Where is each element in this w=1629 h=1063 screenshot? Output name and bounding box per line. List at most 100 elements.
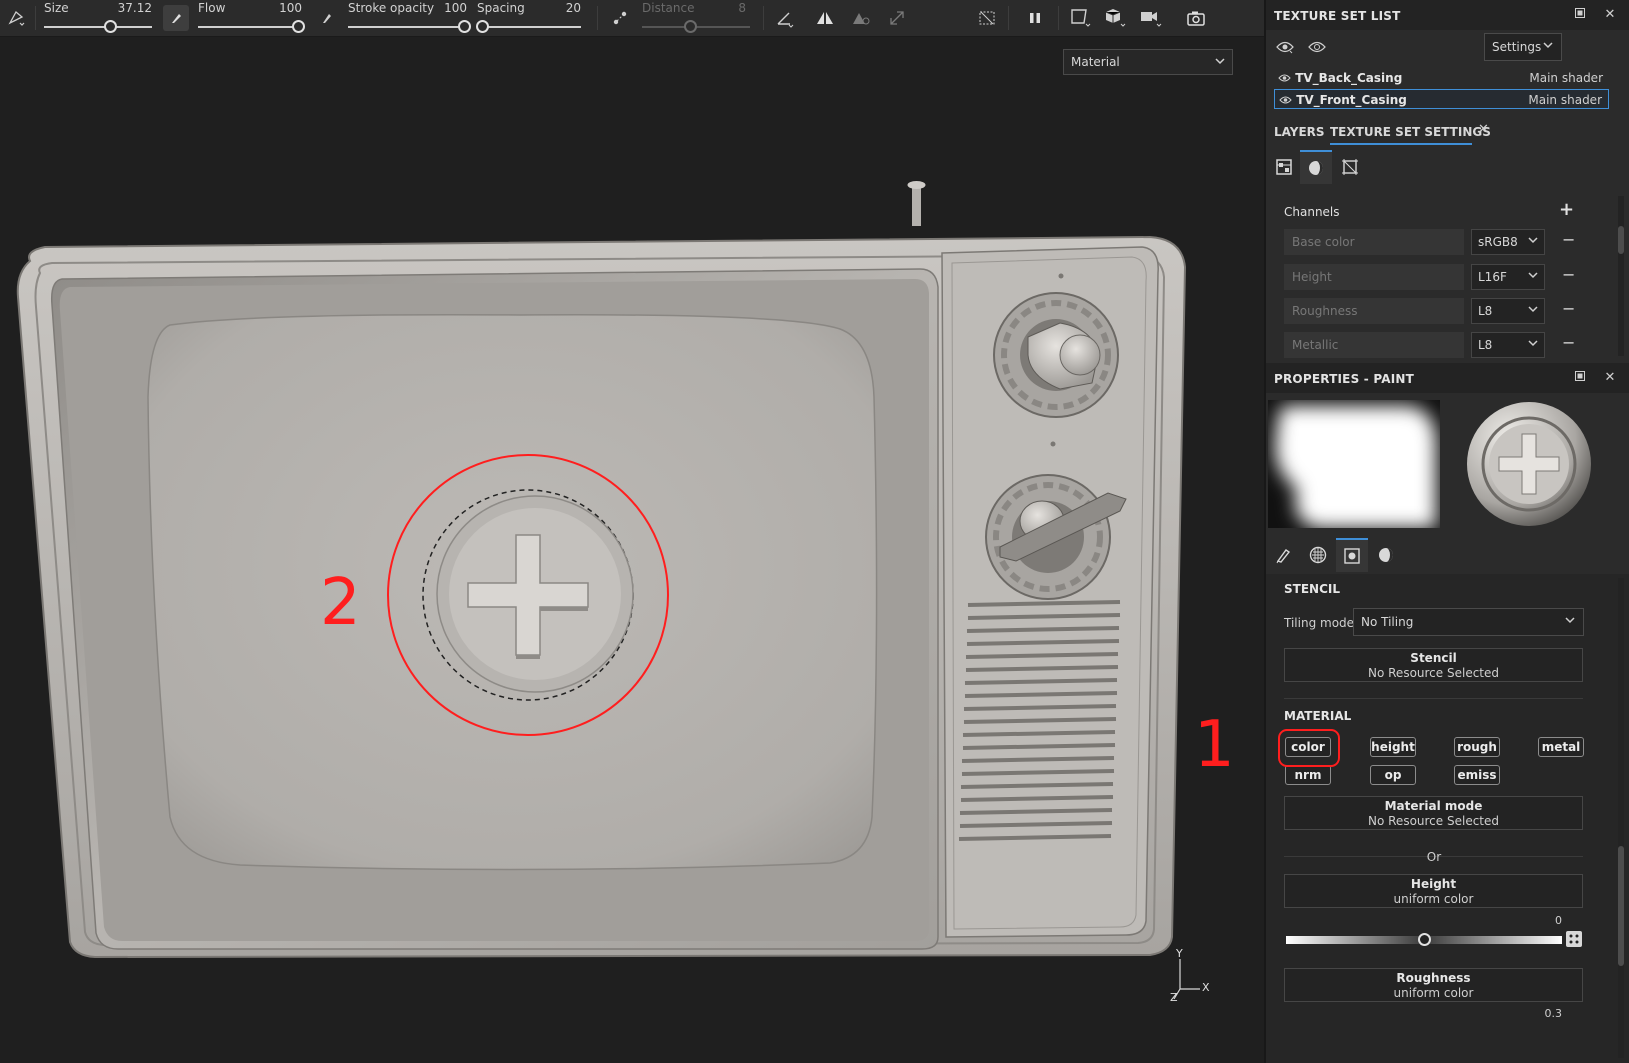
eye-icon[interactable] (1308, 40, 1326, 57)
close-tab-icon[interactable]: ✕ (1478, 122, 1489, 137)
size-label: Size (44, 1, 69, 15)
material-sphere-icon[interactable] (1370, 538, 1402, 572)
symmetry-angle-icon[interactable] (772, 5, 798, 31)
annotation-number-1: 1 (1194, 708, 1235, 782)
material-op-toggle[interactable]: op (1370, 765, 1416, 785)
channels-scrollbar-thumb[interactable] (1618, 226, 1624, 254)
close-icon[interactable]: ✕ (1602, 370, 1618, 386)
3d-viewport[interactable]: Material 2 Y X Z (0, 37, 1264, 1063)
remove-channel-button[interactable]: − (1562, 299, 1575, 318)
stroke-opacity-value[interactable]: 100 (427, 1, 467, 15)
eye-icon[interactable] (1279, 94, 1292, 108)
eye-icon[interactable] (1278, 72, 1291, 86)
channel-format-dropdown[interactable]: sRGB8 (1471, 229, 1545, 255)
spacing-label: Spacing (477, 1, 525, 15)
radial-symmetry-icon[interactable] (848, 5, 874, 31)
properties-title: PROPERTIES - PAINT (1274, 372, 1415, 386)
alpha-pattern-icon[interactable] (1302, 538, 1334, 572)
channel-name-roughness: Roughness (1284, 298, 1464, 324)
material-mode-subtitle: No Resource Selected (1368, 814, 1499, 828)
tool-toolbar: Size 37.12 Flow 100 Stroke opacity 100 S… (0, 0, 1264, 37)
texture-set-row-selected[interactable]: TV_Front_Casing Main shader (1274, 89, 1609, 109)
properties-scrollbar[interactable] (1618, 578, 1624, 1058)
stroke-opacity-slider-handle[interactable] (457, 20, 471, 33)
undock-icon[interactable] (1572, 370, 1588, 386)
channels-scrollbar[interactable] (1618, 196, 1624, 356)
material-mode-resource-slot[interactable]: Material mode No Resource Selected (1284, 796, 1583, 830)
size-slider[interactable] (44, 26, 152, 28)
texture-set-shader[interactable]: Main shader (1528, 93, 1602, 107)
distance-slider-handle (684, 20, 698, 33)
texture-set-settings-icon[interactable] (1268, 150, 1300, 184)
material-nrm-toggle[interactable]: nrm (1285, 765, 1331, 785)
channel-format-dropdown[interactable]: L16F (1471, 264, 1545, 290)
tab-layers[interactable]: LAYERS (1274, 125, 1325, 139)
texture-set-list-header: TEXTURE SET LIST ✕ (1266, 0, 1629, 30)
material-emiss-toggle[interactable]: emiss (1454, 765, 1500, 785)
channel-format-dropdown[interactable]: L8 (1471, 332, 1545, 358)
visibility-toggle-all-icon[interactable] (1276, 40, 1294, 57)
flow-value[interactable]: 100 (262, 1, 302, 15)
size-slider-handle[interactable] (104, 20, 118, 33)
height-resource-slot[interactable]: Height uniform color (1284, 874, 1583, 908)
viewport-split-icon[interactable] (1068, 5, 1094, 31)
texture-set-row[interactable]: TV_Back_Casing Main shader (1274, 68, 1609, 88)
flow-slider-handle[interactable] (291, 20, 305, 33)
properties-scrollbar-thumb[interactable] (1618, 846, 1624, 966)
screenshot-camera-icon[interactable] (1183, 5, 1209, 31)
tiling-mode-dropdown[interactable]: No Tiling (1353, 608, 1584, 636)
spacing-value[interactable]: 20 (541, 1, 581, 15)
stencil-resource-slot[interactable]: Stencil No Resource Selected (1284, 648, 1583, 682)
channel-name-base-color: Base color (1284, 229, 1464, 255)
hide-overlay-icon[interactable] (974, 5, 1000, 31)
stroke-opacity-slider[interactable] (348, 26, 464, 28)
close-icon[interactable]: ✕ (1602, 7, 1618, 23)
shader-sphere-icon[interactable] (1300, 150, 1332, 184)
random-seed-icon[interactable] (1566, 931, 1582, 947)
texture-set-shader[interactable]: Main shader (1529, 71, 1603, 85)
mirror-symmetry-icon[interactable] (812, 5, 838, 31)
transform-gizmo-icon[interactable] (884, 5, 910, 31)
material-preview-sphere[interactable] (1466, 400, 1592, 528)
height-slider-handle[interactable] (1417, 933, 1431, 946)
brush-preset-icon[interactable] (4, 5, 30, 31)
toolbar-separator (1058, 6, 1059, 30)
remove-channel-button[interactable]: − (1562, 333, 1575, 352)
height-slot-title: Height (1410, 877, 1457, 891)
material-rough-toggle[interactable]: rough (1454, 737, 1500, 757)
viewport-display-mode-dropdown[interactable]: Material (1063, 49, 1233, 75)
camera-video-icon[interactable] (1138, 5, 1164, 31)
spacing-slider-handle[interactable] (475, 20, 489, 33)
pen-pressure-icon[interactable] (314, 5, 340, 31)
chevron-down-icon (1528, 269, 1538, 283)
right-panel: TEXTURE SET LIST ✕ Settings TV_Back_Casi… (1264, 0, 1629, 1063)
3d-view-cube-icon[interactable] (1103, 5, 1129, 31)
material-height-toggle[interactable]: height (1370, 737, 1416, 757)
uv-layout-icon[interactable] (1334, 150, 1366, 184)
tv-model-render[interactable] (0, 37, 1264, 1063)
undock-icon[interactable] (1572, 7, 1588, 23)
brush-stroke-icon[interactable] (163, 5, 189, 31)
remove-channel-button[interactable]: − (1562, 230, 1575, 249)
active-tab-indicator (1330, 143, 1472, 145)
height-value[interactable]: 0 (1506, 914, 1562, 927)
roughness-resource-slot[interactable]: Roughness uniform color (1284, 968, 1583, 1002)
texture-set-settings-dropdown[interactable]: Settings (1484, 33, 1562, 61)
lazy-mouse-icon[interactable] (607, 5, 633, 31)
roughness-slot-title: Roughness (1396, 971, 1471, 985)
spacing-slider[interactable] (477, 26, 581, 28)
size-value[interactable]: 37.12 (112, 1, 152, 15)
roughness-value[interactable]: 0.3 (1506, 1007, 1563, 1020)
tab-texture-set-settings[interactable]: TEXTURE SET SETTINGS (1330, 125, 1491, 139)
brush-properties-icon[interactable] (1268, 538, 1300, 572)
distance-value: 8 (738, 1, 746, 15)
pause-icon[interactable] (1022, 5, 1048, 31)
channel-format-dropdown[interactable]: L8 (1471, 298, 1545, 324)
stencil-icon[interactable] (1336, 538, 1368, 572)
brush-alpha-preview[interactable] (1268, 400, 1440, 528)
flow-slider[interactable] (198, 26, 298, 28)
material-metal-toggle[interactable]: metal (1538, 737, 1584, 757)
remove-channel-button[interactable]: − (1562, 265, 1575, 284)
flow-label: Flow (198, 1, 226, 15)
add-channel-button[interactable]: + (1559, 199, 1574, 220)
